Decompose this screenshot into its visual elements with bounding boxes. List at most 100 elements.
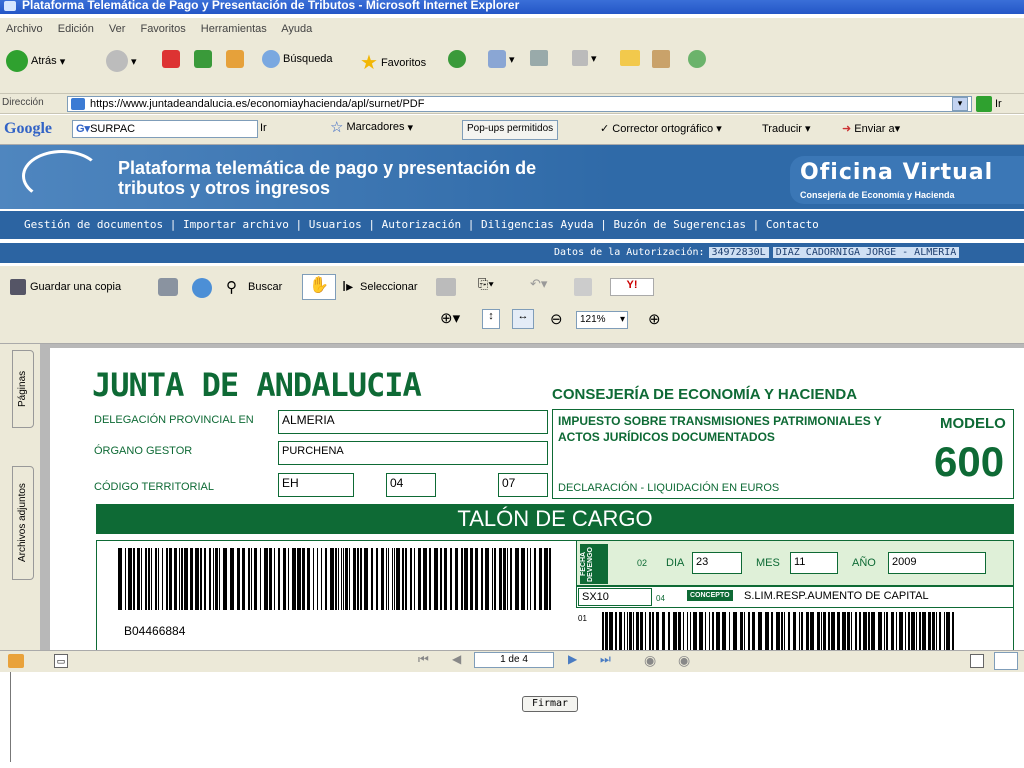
- save-copy-button[interactable]: Guardar una copia: [10, 279, 121, 295]
- google-logo: Google: [4, 120, 52, 137]
- barcode-bar: [405, 548, 407, 610]
- forward-view-icon[interactable]: ◉: [678, 652, 690, 669]
- nav-diligencias[interactable]: Diligencias: [481, 218, 554, 231]
- send-to-button[interactable]: ➜ Enviar a▾: [842, 122, 900, 135]
- rotate-icon[interactable]: ⎘▾: [478, 276, 508, 296]
- barcode-bar: [640, 612, 643, 650]
- barcode-bar: [360, 548, 362, 610]
- url-field[interactable]: https://www.juntadeandalucia.es/economia…: [67, 96, 972, 112]
- folder-button[interactable]: [620, 50, 640, 66]
- translate-button[interactable]: Traducir ▾: [762, 122, 811, 135]
- page-layout-icon[interactable]: ▭: [54, 654, 68, 668]
- barcode-bar: [771, 612, 773, 650]
- search-pdf-button[interactable]: ⚲ Buscar: [226, 279, 282, 296]
- yahoo-icon[interactable]: Y!: [610, 278, 654, 296]
- email-pdf-icon[interactable]: [192, 278, 212, 298]
- snapshot-icon[interactable]: [436, 278, 456, 296]
- forward-button[interactable]: ▾: [106, 50, 137, 72]
- barcode-bar: [733, 612, 737, 650]
- barcode-bar: [307, 548, 310, 610]
- nav-contacto[interactable]: Contacto: [766, 218, 819, 231]
- zoom-in-tool-icon[interactable]: ⊕▾: [440, 309, 460, 327]
- google-go-button[interactable]: Ir: [260, 122, 267, 134]
- fit-page-icon[interactable]: ↕: [482, 309, 500, 329]
- single-page-icon[interactable]: [970, 654, 984, 668]
- first-page-icon[interactable]: ⏮: [418, 652, 429, 667]
- prev-page-icon[interactable]: ◀: [452, 652, 461, 666]
- junta-logo-icon: [22, 150, 102, 202]
- stop-button[interactable]: [162, 50, 180, 68]
- office-title: Oficina Virtual: [800, 160, 994, 185]
- barcode-bar: [602, 612, 604, 650]
- tab-archivos-adjuntos[interactable]: Archivos adjuntos: [12, 466, 34, 580]
- home-button[interactable]: [226, 50, 244, 68]
- edit-button[interactable]: ▾: [572, 50, 597, 66]
- menu-favoritos[interactable]: Favoritos: [140, 23, 185, 35]
- barcode-bar: [470, 548, 473, 610]
- fit-width-icon[interactable]: ↔: [512, 309, 534, 329]
- mail-button[interactable]: ▾: [488, 50, 515, 68]
- mail-icon: [488, 50, 506, 68]
- continuous-page-icon[interactable]: [994, 652, 1018, 670]
- sx-field: SX10: [578, 588, 652, 606]
- favorites-button[interactable]: ★ Favoritos: [360, 50, 426, 75]
- firmar-button[interactable]: Firmar: [522, 696, 578, 712]
- barcode-bar: [859, 612, 861, 650]
- go-button[interactable]: Ir: [976, 96, 1002, 112]
- barcode-bar: [716, 612, 720, 650]
- select-tool-button[interactable]: Ⅰ▸ Seleccionar: [342, 278, 417, 294]
- barcode-bar: [184, 548, 188, 610]
- zoom-in-icon[interactable]: ⊕: [648, 310, 661, 328]
- barcode-bar: [440, 548, 442, 610]
- barcode-bar: [729, 612, 730, 650]
- spell-check-button[interactable]: ✓ Corrector ortográfico ▾: [600, 122, 722, 135]
- research-button[interactable]: [652, 50, 670, 68]
- history-button[interactable]: [448, 50, 466, 68]
- nav-gestion-documentos[interactable]: Gestión de documentos: [24, 218, 163, 231]
- nav-buzon-sugerencias[interactable]: Buzón de Sugerencias: [614, 218, 746, 231]
- zoom-out-icon[interactable]: ⊖: [550, 310, 563, 328]
- bookmarks-button[interactable]: ☆ Marcadores ▾: [330, 118, 413, 136]
- barcode-bar: [297, 548, 301, 610]
- menu-edicion[interactable]: Edición: [58, 23, 94, 35]
- refresh-button[interactable]: [194, 50, 212, 68]
- menu-herramientas[interactable]: Herramientas: [201, 23, 267, 35]
- office-subtitle: Consejería de Economía y Hacienda: [800, 190, 955, 200]
- last-page-icon[interactable]: ⏭: [600, 652, 611, 667]
- search-button[interactable]: Búsqueda: [262, 50, 333, 68]
- barcode-bar: [683, 612, 684, 650]
- google-search-input[interactable]: G▾SURPAC: [72, 120, 258, 138]
- menu-ayuda[interactable]: Ayuda: [281, 23, 312, 35]
- barcode-number: B04466884: [124, 624, 186, 638]
- copy-icon[interactable]: [574, 278, 592, 296]
- organo-field: PURCHENA: [278, 441, 548, 465]
- barcode-bar: [494, 548, 496, 610]
- messenger-button[interactable]: [688, 50, 706, 68]
- barcode-bar: [539, 548, 542, 610]
- nav-ayuda[interactable]: Ayuda: [561, 218, 594, 231]
- page-number-field[interactable]: 1 de 4: [474, 652, 554, 668]
- menu-archivo[interactable]: Archivo: [6, 23, 43, 35]
- menu-ver[interactable]: Ver: [109, 23, 126, 35]
- back-view-icon[interactable]: ◉: [644, 652, 656, 669]
- undo-icon[interactable]: ↶▾: [530, 276, 560, 296]
- zoom-field[interactable]: 121% ▾: [576, 311, 628, 329]
- barcode-bar: [744, 612, 745, 650]
- popups-allowed-button[interactable]: Pop-ups permitidos: [462, 120, 559, 140]
- back-button[interactable]: Atrás ▾: [6, 50, 65, 72]
- tab-paginas[interactable]: Páginas: [12, 350, 34, 428]
- barcode-bar: [179, 548, 180, 610]
- codigo-field-2: 04: [386, 473, 436, 497]
- barcode-bar: [515, 548, 519, 610]
- barcode-bar: [652, 612, 654, 650]
- modelo-label: MODELO: [940, 415, 1006, 432]
- nav-autorizacion[interactable]: Autorización: [382, 218, 461, 231]
- print-button[interactable]: [530, 50, 548, 66]
- nav-usuarios[interactable]: Usuarios: [309, 218, 362, 231]
- bookmark-star-icon: ☆: [330, 119, 344, 136]
- hand-tool-icon[interactable]: ✋: [302, 274, 336, 300]
- next-page-icon[interactable]: ▶: [568, 652, 577, 666]
- print-pdf-icon[interactable]: [158, 278, 178, 296]
- url-dropdown-button[interactable]: ▾: [952, 97, 968, 111]
- nav-importar-archivo[interactable]: Importar archivo: [183, 218, 289, 231]
